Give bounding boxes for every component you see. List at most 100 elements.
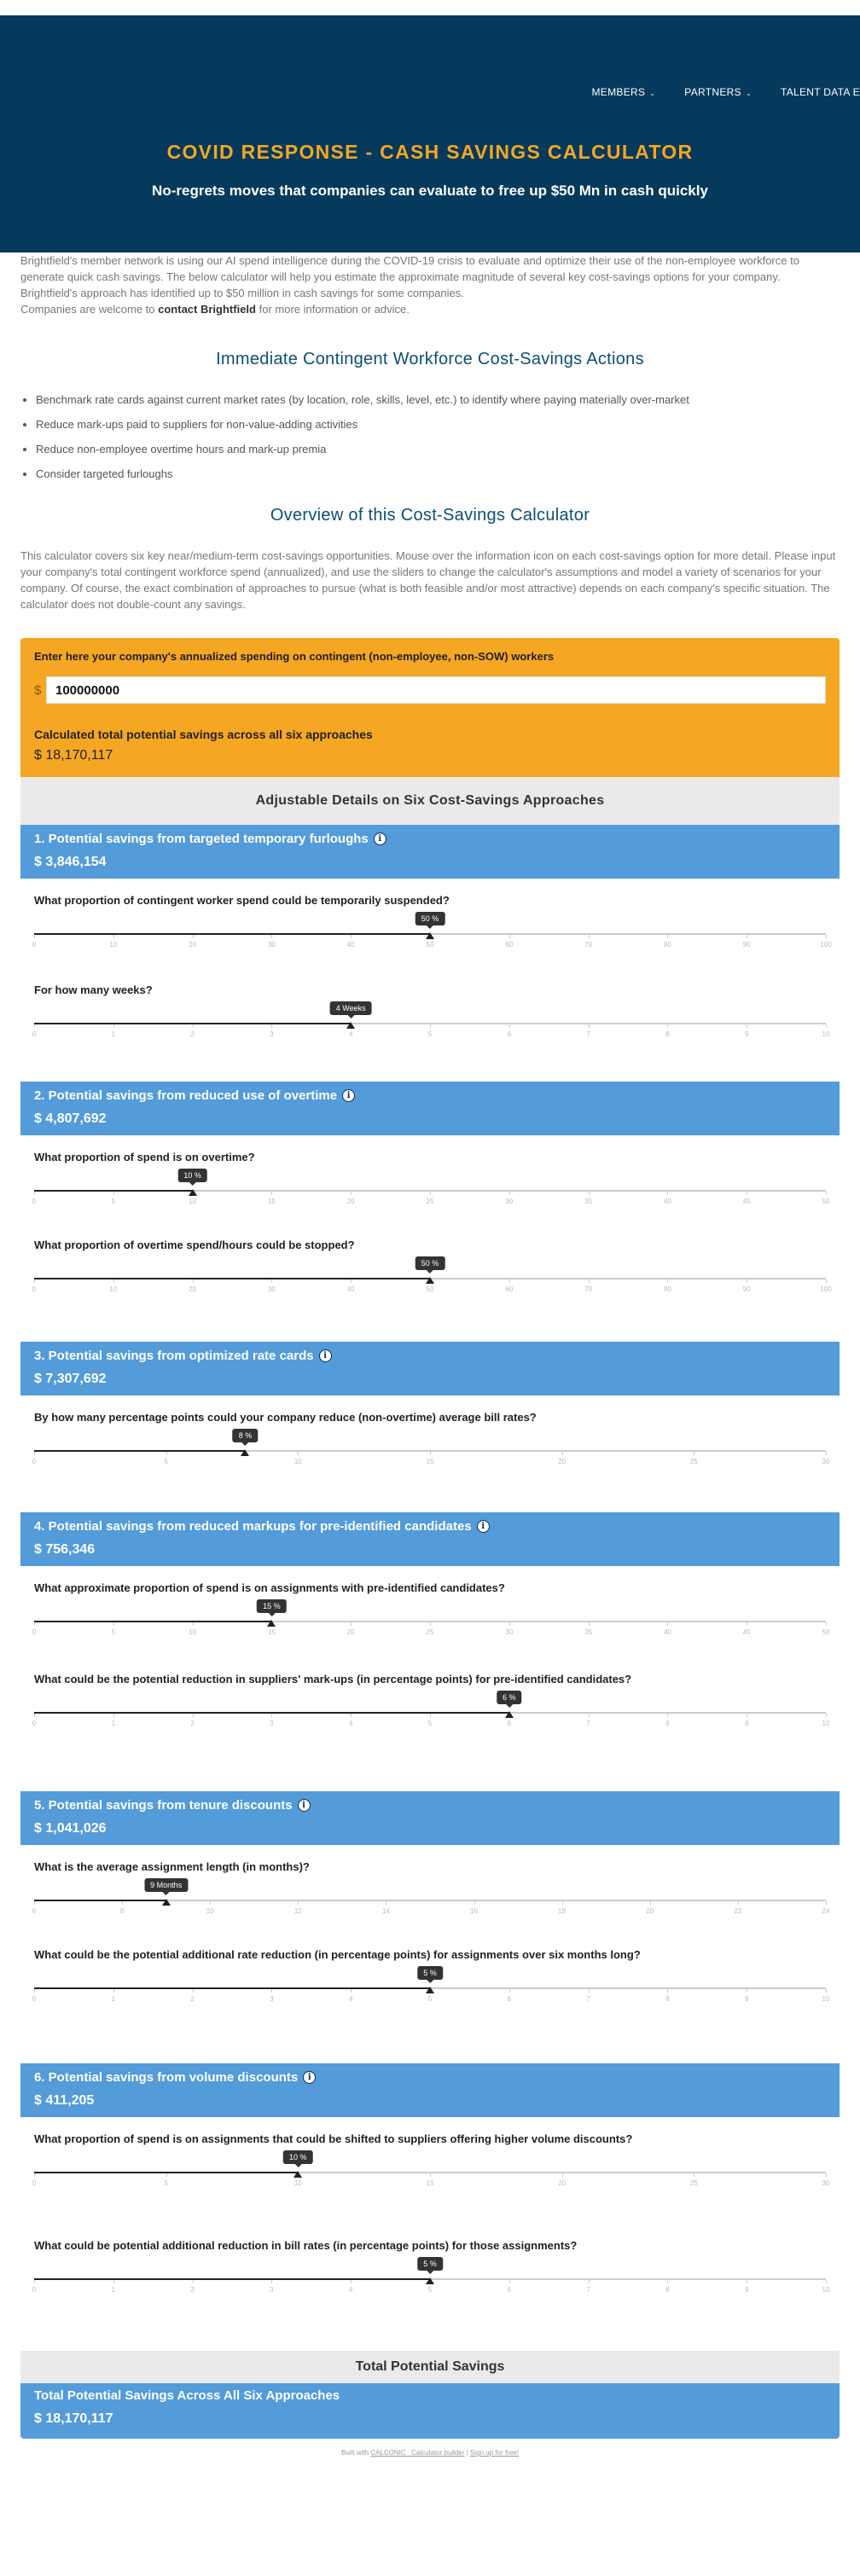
tick-mark [826, 1714, 827, 1717]
info-icon[interactable]: i [303, 2071, 317, 2084]
overview-heading: Overview of this Cost-Savings Calculator [270, 506, 590, 525]
tick-label: 0 [32, 1458, 37, 1465]
tick-label: 15 [426, 1458, 434, 1465]
tick-label: 90 [742, 1285, 751, 1293]
tick-mark [826, 1192, 827, 1195]
slider-handle[interactable] [426, 1277, 434, 1284]
tick-label: 10 [822, 1720, 830, 1727]
info-icon[interactable]: i [318, 1349, 332, 1362]
tick-mark [430, 1452, 431, 1455]
slider-question: For how many weeks? [34, 983, 153, 996]
tick-mark [192, 935, 194, 938]
tick-label: 25 [426, 1628, 434, 1636]
range-slider[interactable]: 0 1 2 3 4 5 6 7 8 9 10 5 % [32, 2257, 829, 2308]
tick-label: 6 [507, 2286, 512, 2294]
contact-link[interactable]: contact Brightfield [158, 303, 256, 316]
tick-mark [192, 1714, 194, 1717]
slider-handle[interactable] [161, 1899, 171, 1906]
slider-handle[interactable] [241, 1449, 250, 1456]
tick-label: 1 [111, 2286, 116, 2294]
range-slider[interactable]: 0 5 10 15 20 25 30 10 % [32, 2150, 829, 2202]
tick-mark [113, 1989, 114, 1993]
tick-mark [430, 1714, 431, 1717]
range-slider[interactable]: 0 5 10 15 20 25 30 35 40 45 50 10 % [32, 1169, 829, 1220]
tick-label: 50 [426, 941, 434, 949]
tick-mark [474, 1901, 475, 1905]
intro-paragraph: Brightfield's member network is using ou… [20, 254, 799, 299]
tick-label: 2 [190, 1995, 195, 2003]
tick-mark [667, 1622, 669, 1626]
slider-handle[interactable] [293, 2171, 303, 2178]
top-strip [0, 0, 860, 15]
tick-label: 30 [267, 1285, 276, 1293]
info-icon[interactable]: i [476, 1520, 490, 1533]
tick-label: 5 [164, 1458, 168, 1465]
range-slider[interactable]: 0 1 2 3 4 5 6 7 8 9 10 5 % [32, 1966, 830, 2017]
actions-heading: Immediate Contingent Workforce Cost-Savi… [216, 350, 644, 368]
contact-prefix: Companies are welcome to [20, 303, 159, 316]
tick-mark [826, 1622, 827, 1626]
nav-item-talent-data[interactable]: TALENT DATA E [781, 86, 860, 98]
tick-mark [561, 1452, 563, 1455]
section-title-text: 3. Potential savings from optimized rate… [34, 1349, 314, 1363]
slider-handle[interactable] [188, 1189, 197, 1196]
tick-label: 0 [32, 1030, 37, 1038]
range-slider[interactable]: 0 1 2 3 4 5 6 7 8 9 10 6 % [32, 1691, 829, 1742]
section-value: $ 1,041,026 [34, 1821, 107, 1836]
calconic-link[interactable]: CALCONIC_ Calculator builder [370, 2449, 464, 2457]
section-title: 5. Potential savings from tenure discoun… [34, 1798, 826, 1813]
sections-container: 1. Potential savings from targeted tempo… [20, 825, 840, 2351]
tick-mark [122, 1901, 124, 1905]
slider-question: By how many percentage points could your… [34, 1411, 537, 1424]
tick-mark [588, 1279, 590, 1283]
info-icon[interactable]: i [342, 1089, 356, 1102]
slider-ticks: 0 10 20 30 40 50 60 70 80 90 100 [32, 941, 832, 953]
tick-mark [667, 1192, 669, 1195]
tick-label: 9 [744, 1720, 749, 1727]
calc-total-label: Calculated total potential savings acros… [34, 728, 373, 741]
tick-label: 10 [109, 941, 118, 949]
tick-label: 2 [190, 1720, 195, 1727]
range-slider[interactable]: 6 8 10 12 14 16 18 20 22 24 9 Months [32, 1878, 829, 1929]
tick-label: 20 [558, 2179, 567, 2187]
section-header: 2. Potential savings from reduced use of… [20, 1082, 840, 1135]
tick-mark [192, 1024, 194, 1028]
tick-label: 30 [505, 1628, 514, 1636]
spend-label: Enter here your company's annualized spe… [34, 650, 555, 663]
tick-label: 5 [427, 1030, 433, 1038]
signup-link[interactable]: Sign up for free! [470, 2449, 519, 2457]
spend-input[interactable] [46, 676, 826, 704]
slider-handle[interactable] [426, 932, 434, 939]
tick-mark [192, 1622, 194, 1626]
tick-label: 1 [111, 1720, 116, 1727]
slider-handle[interactable] [426, 1987, 434, 1993]
range-slider[interactable]: 0 10 20 30 40 50 60 70 80 90 100 50 % [32, 1256, 832, 1308]
tick-label: 6 [32, 1907, 37, 1915]
nav-item-members[interactable]: MEMBERS ⌄ [592, 86, 656, 98]
tick-label: 3 [270, 1995, 274, 2003]
slider-handle[interactable] [504, 1711, 514, 1718]
info-icon[interactable]: i [373, 833, 386, 845]
slider-ticks: 0 1 2 3 4 5 6 7 8 9 10 [32, 1995, 830, 2007]
slider-value-tooltip: 10 % [177, 1169, 207, 1186]
slider-handle[interactable] [346, 1022, 356, 1029]
info-icon[interactable]: i [297, 1799, 311, 1812]
tick-label: 14 [381, 1907, 390, 1915]
list-item: Reduce non-employee overtime hours and m… [36, 443, 840, 455]
range-slider[interactable]: 0 1 2 3 4 5 6 7 8 9 10 4 Weeks [32, 1001, 829, 1053]
savings-section: 1. Potential savings from targeted tempo… [20, 825, 840, 1053]
tick-label: 7 [586, 2286, 590, 2294]
tick-label: 80 [663, 1285, 671, 1293]
tick-mark [192, 1279, 194, 1283]
range-slider[interactable]: 0 5 10 15 20 25 30 8 % [32, 1429, 829, 1480]
tick-label: 10 [206, 1907, 214, 1915]
total-bar: Total Potential Savings Across All Six A… [20, 2383, 840, 2439]
slider-handle[interactable] [267, 1620, 276, 1627]
slider-handle[interactable] [426, 2277, 434, 2284]
tick-mark [34, 2173, 35, 2177]
list-item: Consider targeted furloughs [36, 467, 840, 480]
slider-fill [34, 1450, 246, 1452]
range-slider[interactable]: 0 10 20 30 40 50 60 70 80 90 100 50 % [32, 912, 832, 963]
nav-item-partners[interactable]: PARTNERS ⌄ [684, 86, 752, 98]
range-slider[interactable]: 0 5 10 15 20 25 30 35 40 45 50 15 % [32, 1599, 829, 1651]
